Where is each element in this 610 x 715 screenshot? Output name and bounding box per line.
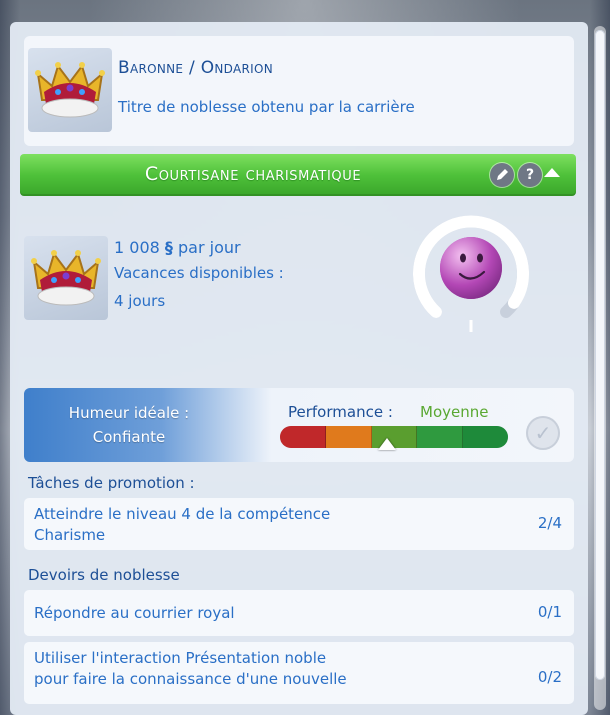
task-count: 2/4 [537, 514, 562, 532]
performance-value: Moyenne [420, 403, 489, 421]
daily-pay: 1 008 § par jour [114, 238, 241, 257]
task-item: Atteindre le niveau 4 de la compétence C… [24, 498, 574, 550]
promotion-tasks-heading: Tâches de promotion : [28, 474, 195, 492]
task-line: pour faire la connaissance d'une nouvell… [34, 670, 347, 688]
performance-marker-icon [378, 438, 397, 450]
ideal-mood-value: Confiante [92, 428, 166, 446]
performance-meter-segment [325, 426, 372, 448]
career-crown-icon [24, 236, 108, 320]
task-item: Utiliser l'interaction Présentation nobl… [24, 642, 574, 704]
pencil-icon [497, 169, 508, 180]
task-count: 0/2 [537, 668, 562, 686]
noble-title-card: Baronne / Ondarion Titre de noblesse obt… [24, 36, 574, 146]
crown-icon [28, 48, 112, 132]
task-text: Répondre au courrier royal [34, 604, 235, 622]
chevron-up-icon[interactable] [544, 168, 560, 177]
pay-suffix: par jour [178, 238, 241, 257]
simoleon-icon: § [164, 238, 173, 257]
performance-meter-segment [280, 426, 326, 448]
scrollbar-thumb[interactable] [595, 30, 605, 680]
scrollbar[interactable] [594, 26, 606, 710]
career-panel: Baronne / Ondarion Titre de noblesse obt… [10, 22, 588, 715]
edit-button[interactable] [490, 163, 514, 187]
pay-amount: 1 008 [114, 238, 160, 257]
noble-duties-heading: Devoirs de noblesse [28, 566, 180, 584]
task-line: Utiliser l'interaction Présentation nobl… [34, 649, 327, 667]
noble-title-name: Baronne / Ondarion [118, 58, 274, 78]
task-count: 0/1 [537, 603, 562, 621]
task-text: Atteindre le niveau 4 de la compétence C… [34, 504, 474, 546]
performance-meter-segment [463, 426, 508, 448]
vacation-days: 4 jours [114, 292, 166, 310]
vacation-label: Vacances disponibles : [114, 264, 284, 282]
career-title: Courtisane charismatique [144, 163, 362, 185]
level-progress-ring [413, 215, 529, 332]
career-header[interactable]: Courtisane charismatique ? [20, 154, 576, 196]
task-text: Utiliser l'interaction Présentation nobl… [34, 648, 474, 690]
task-line: Charisme [34, 526, 106, 544]
noble-title-description: Titre de noblesse obtenu par la carrière [118, 98, 415, 116]
task-line: Atteindre le niveau 4 de la compétence [34, 505, 331, 523]
checkmark-icon: ✓ [526, 416, 560, 450]
ideal-mood-label: Humeur idéale : [68, 404, 190, 422]
performance-label: Performance : [288, 403, 393, 421]
help-button[interactable]: ? [518, 163, 542, 187]
task-item: Répondre au courrier royal 0/1 [24, 590, 574, 636]
performance-card: Humeur idéale : Confiante Performance : … [24, 388, 574, 462]
performance-meter-segment [417, 426, 464, 448]
